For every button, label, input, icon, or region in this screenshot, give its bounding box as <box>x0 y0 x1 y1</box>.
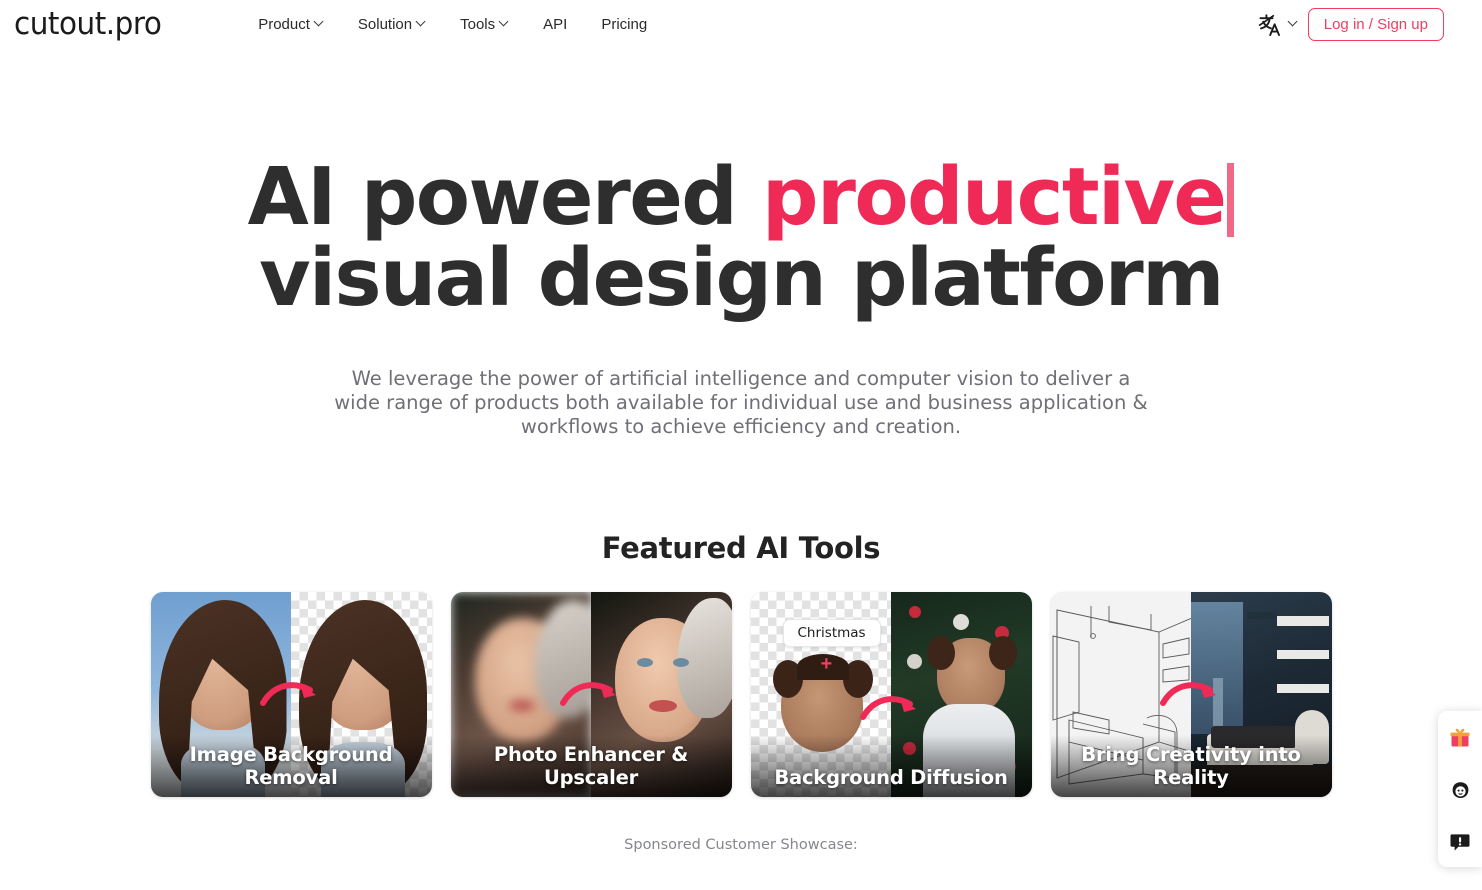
plus-icon: + <box>820 653 833 675</box>
page-title: AI powered productive visual design platf… <box>0 157 1482 319</box>
tool-card-background-diffusion[interactable]: Christmas + Background Diffusion <box>750 592 1032 797</box>
header-actions: Log in / Sign up <box>1257 0 1444 49</box>
chevron-down-icon <box>315 18 324 27</box>
tool-card-bring-creativity-into-reality[interactable]: Bring Creativity into Reality <box>1050 592 1332 797</box>
nav-item-label: Product <box>258 16 310 33</box>
transform-arrow-icon <box>560 681 616 706</box>
featured-tools-heading: Featured AI Tools <box>601 531 881 565</box>
account-avatar-button[interactable] <box>1447 777 1473 803</box>
christmas-badge[interactable]: Christmas <box>782 619 881 647</box>
feedback-alert-icon <box>1450 834 1470 851</box>
card-title: Photo Enhancer & Upscaler <box>493 743 689 789</box>
featured-tools-section: Featured AI Tools Image Background Remov… <box>0 531 1482 797</box>
site-logo[interactable]: cutout.pro <box>14 9 162 40</box>
nav-item-pricing[interactable]: Pricing <box>584 10 664 39</box>
headline-part-1: AI powered <box>247 151 763 243</box>
transform-arrow-icon <box>260 681 316 706</box>
main-navigation: Product Solution Tools API Pricing <box>241 10 664 39</box>
transform-arrow-icon <box>860 695 916 720</box>
language-selector[interactable] <box>1257 12 1298 38</box>
floating-side-widget <box>1438 711 1482 867</box>
chevron-down-icon <box>417 18 426 27</box>
site-header: cutout.pro Product Solution Tools API Pr… <box>0 0 1482 49</box>
headline-line-2: visual design platform <box>259 232 1224 324</box>
card-title: Image Background Removal <box>189 743 393 789</box>
headline-accent-word: productive <box>762 151 1227 243</box>
translate-icon <box>1258 13 1280 36</box>
tool-card-image-background-removal[interactable]: Image Background Removal <box>150 592 432 797</box>
nav-item-label: Solution <box>357 16 413 33</box>
tool-card-photo-enhancer-upscaler[interactable]: Photo Enhancer & Upscaler <box>450 592 732 797</box>
chevron-down-icon <box>1289 18 1298 27</box>
gift-button[interactable] <box>1447 725 1473 751</box>
nav-item-product[interactable]: Product <box>241 10 341 39</box>
hero-section: AI powered productive visual design platf… <box>0 49 1482 439</box>
nav-item-label: API <box>543 16 568 33</box>
nav-item-api[interactable]: API <box>526 10 584 39</box>
card-title: Bring Creativity into Reality <box>1081 743 1301 789</box>
login-signup-button[interactable]: Log in / Sign up <box>1307 8 1444 41</box>
nav-item-solution[interactable]: Solution <box>341 10 443 39</box>
typing-caret <box>1227 163 1235 237</box>
chevron-down-icon <box>500 18 509 27</box>
sponsored-showcase-label: Sponsored Customer Showcase: <box>624 837 858 853</box>
nav-item-label: Tools <box>460 16 496 33</box>
face-avatar-icon <box>1452 781 1468 798</box>
feedback-button[interactable] <box>1447 829 1473 855</box>
featured-tools-grid: Image Background Removal Photo Enhancer <box>0 592 1482 797</box>
card-title: Background Diffusion <box>774 766 1008 789</box>
gift-icon <box>1450 728 1470 747</box>
transform-arrow-icon <box>1160 681 1216 706</box>
nav-item-tools[interactable]: Tools <box>443 10 526 39</box>
hero-subtitle: We leverage the power of artificial inte… <box>334 367 1148 438</box>
nav-item-label: Pricing <box>601 16 648 33</box>
